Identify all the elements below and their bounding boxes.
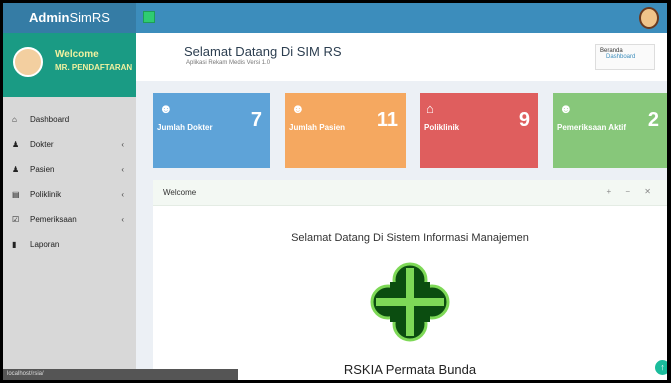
page-title: Selamat Datang Di SIM RS: [184, 44, 342, 59]
stat-box-pasien[interactable]: ☻ Jumlah Pasien 11: [285, 93, 406, 168]
panel-tools[interactable]: + − ✕: [607, 187, 658, 196]
brand-logo[interactable]: AdminSimRS: [3, 3, 136, 33]
sidebar-item-label: Laporan: [30, 240, 60, 249]
sidebar: Welcome MR. PENDAFTARAN ⌂ Dashboard ♟ Do…: [3, 33, 136, 380]
users-icon: ☻: [559, 101, 573, 116]
stat-label: Pemeriksaan Aktif: [557, 123, 627, 132]
top-navbar: [136, 3, 667, 33]
welcome-panel: Welcome + − ✕ Selamat Datang Di Sistem I…: [153, 180, 667, 380]
sidebar-item-pemeriksaan[interactable]: ☑ Pemeriksaan ‹: [3, 207, 136, 232]
avatar: [13, 47, 43, 77]
home-icon: ⌂: [426, 101, 434, 116]
sidebar-item-dashboard[interactable]: ⌂ Dashboard: [3, 107, 136, 132]
list-icon: ▤: [12, 190, 20, 199]
page-subtitle: Aplikasi Rekam Medis Versi 1.0: [186, 60, 271, 66]
scroll-top-button[interactable]: ↑: [655, 360, 667, 375]
stat-box-pemeriksaan-aktif[interactable]: ☻ Pemeriksaan Aktif 2: [553, 93, 667, 168]
stat-value: 9: [518, 109, 530, 131]
breadcrumb: Beranda Dashboard: [595, 44, 655, 70]
stat-box-dokter[interactable]: ☻ Jumlah Dokter 7: [153, 93, 270, 168]
stat-label: Jumlah Pasien: [289, 123, 346, 132]
chevron-left-icon: ‹: [121, 140, 124, 149]
dashboard-icon: ⌂: [12, 115, 17, 124]
stat-value: 11: [376, 109, 398, 131]
chevron-left-icon: ‹: [121, 165, 124, 174]
sidebar-toggle-icon[interactable]: [143, 11, 155, 23]
user-icon: ♟: [12, 140, 20, 149]
chevron-left-icon: ‹: [121, 215, 124, 224]
stat-value: 2: [647, 109, 659, 131]
check-icon: ☑: [12, 215, 20, 224]
sidebar-item-pasien[interactable]: ♟ Pasien ‹: [3, 157, 136, 182]
sidebar-item-label: Poliklinik: [30, 190, 62, 199]
sidebar-item-label: Pasien: [30, 165, 55, 174]
book-icon: ▮: [12, 240, 17, 249]
users-icon: ☻: [159, 101, 173, 116]
user-role: MR. PENDAFTARAN: [55, 63, 133, 72]
chevron-left-icon: ‹: [121, 190, 124, 199]
panel-header: Welcome + − ✕: [153, 180, 667, 206]
sidebar-item-poliklinik[interactable]: ▤ Poliklinik ‹: [3, 182, 136, 207]
users-icon: ☻: [291, 101, 305, 116]
user-welcome: Welcome: [55, 49, 99, 60]
content-header: Selamat Datang Di SIM RS Aplikasi Rekam …: [136, 33, 667, 81]
breadcrumb-current: Dashboard: [606, 54, 636, 60]
sidebar-menu: ⌂ Dashboard ♟ Dokter ‹ ♟ Pasien ‹ ▤ Poli…: [3, 97, 136, 257]
sidebar-item-label: Dashboard: [30, 115, 70, 124]
sidebar-item-dokter[interactable]: ♟ Dokter ‹: [3, 132, 136, 157]
sidebar-item-label: Pemeriksaan: [30, 215, 77, 224]
app-window: AdminSimRS Welcome MR. PENDAFTARAN ⌂ Das…: [3, 3, 667, 380]
status-bar-url: localhost/rsia/: [3, 369, 238, 380]
user-menu-avatar[interactable]: [639, 7, 659, 29]
hospital-logo: [370, 262, 450, 342]
welcome-heading: Selamat Datang Di Sistem Informasi Manaj…: [291, 232, 529, 244]
user-panel: Welcome MR. PENDAFTARAN: [3, 33, 136, 97]
panel-title: Welcome: [163, 188, 197, 197]
user-icon: ♟: [12, 165, 20, 174]
stat-value: 7: [250, 109, 262, 131]
sidebar-item-label: Dokter: [30, 140, 54, 149]
stat-label: Poliklinik: [424, 123, 460, 132]
stat-label: Jumlah Dokter: [157, 123, 213, 132]
sidebar-item-laporan[interactable]: ▮ Laporan: [3, 232, 136, 257]
stat-box-poliklinik[interactable]: ⌂ Poliklinik 9: [420, 93, 538, 168]
